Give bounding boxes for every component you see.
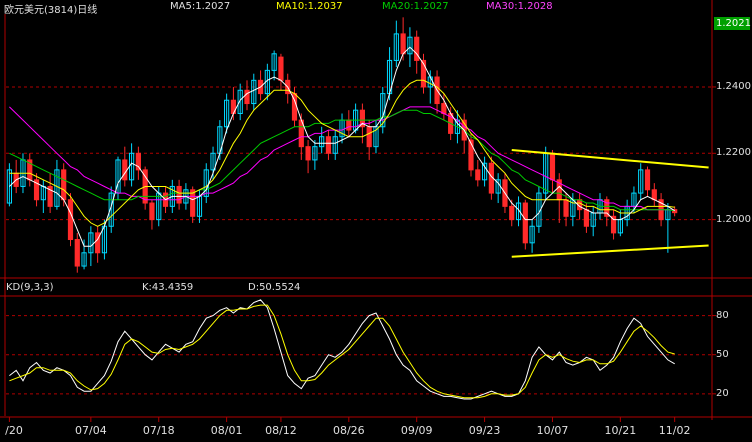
x-tick-label: 08/01 [210,424,243,437]
k-value-label: K:43.4359 [142,282,194,293]
candle-body [244,89,250,105]
candle-body [67,199,74,241]
x-tick-label: 08/26 [332,424,365,437]
ma5-label: MA5:1.2027 [170,1,231,12]
price-tick-label: 1.2400 [716,80,751,92]
x-tick-label: 11/02 [658,424,691,437]
candle-body [583,209,590,227]
candlestick-series [6,17,678,273]
k-line [9,299,675,400]
x-tick-marks [8,417,676,422]
kd-tick-label: 80 [716,309,729,321]
candle-body [522,202,528,244]
candle-body [74,239,80,267]
price-tick-label: 1.2200 [716,147,751,159]
kd-tick-label: 50 [716,348,729,360]
x-tick-label: 08/12 [265,424,297,437]
trendline [511,244,709,258]
x-tick-label: 07/18 [142,424,175,437]
chart-title: 欧元美元(3814)日线 [4,5,98,16]
kd-lines [9,299,675,400]
ma30-label: MA30:1.2028 [486,1,553,12]
x-tick-label: 07/04 [74,424,107,437]
candle-body [644,169,651,191]
candle-body [366,126,372,148]
trendline [511,148,709,169]
candle-body [563,199,569,217]
x-tick-label: /20 [5,424,23,437]
kd-tick-label: 20 [716,387,729,399]
candle-body [468,139,474,171]
d-value-label: D:50.5524 [248,282,301,293]
x-tick-label: 10/07 [536,424,569,437]
candle-body [122,159,128,181]
candle-body [61,169,67,201]
candle-body [651,189,657,201]
candle-body [325,136,332,154]
kd-grid [6,315,716,395]
candle-body [549,152,556,181]
last-price-box: 1.2021 [714,17,751,30]
candle-body [346,119,352,131]
ma10-label: MA10:1.2037 [276,1,343,12]
candle-body [400,33,406,55]
candle-body [190,189,196,217]
x-tick-label: 09/09 [400,424,433,437]
candle-body [176,185,182,204]
chart-canvas [0,0,752,422]
ma20-label: MA20:1.2027 [382,1,449,12]
candle-body [509,205,515,221]
kd-label: KD(9,3,3) [6,282,54,293]
candle-body [149,202,155,221]
price-tick-label: 1.2000 [716,213,751,225]
candle-body [305,146,311,161]
candle-body [414,36,420,61]
candle-body [475,169,481,181]
x-tick-label: 09/23 [468,424,501,437]
candle-body [441,103,447,114]
x-tick-label: 10/21 [604,424,637,437]
candle-body [278,56,284,81]
